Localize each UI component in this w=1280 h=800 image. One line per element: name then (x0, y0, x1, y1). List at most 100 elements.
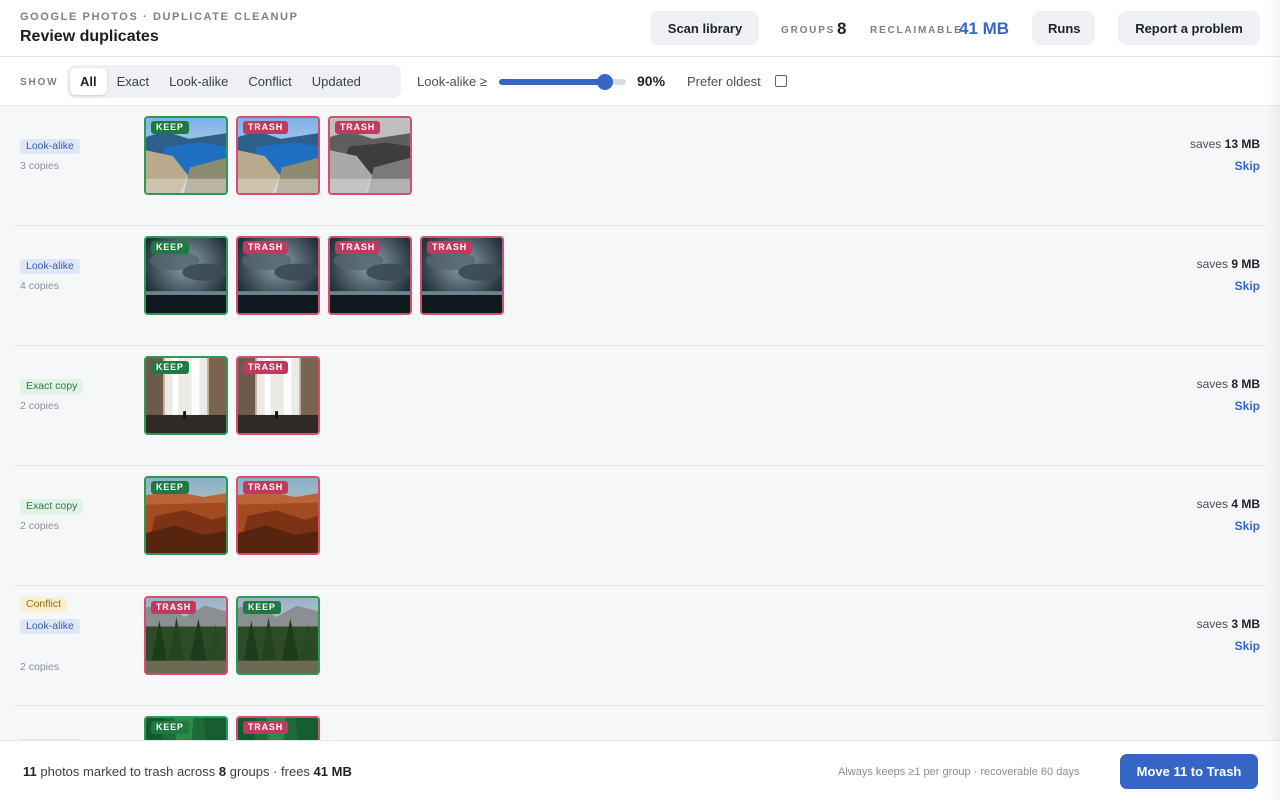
copies-count: 2 copies (20, 661, 60, 673)
group-savings: saves 3 MB (1197, 617, 1260, 631)
savings-value: 4 MB (1231, 497, 1260, 511)
copies-count: 4 copies (20, 280, 60, 292)
filter-bar: SHOW All Exact Look-alike Conflict Updated L… (0, 57, 1280, 106)
filter-tab-conflict[interactable]: Conflict (238, 68, 301, 95)
lookalike-threshold-label: Look-alike ≥ (417, 74, 488, 89)
keep-tag: KEEP (151, 361, 189, 374)
trash-tag: TRASH (335, 121, 380, 134)
trash-tag: TRASH (151, 601, 196, 614)
move-to-trash-button[interactable]: Move 11 to Trash (1120, 754, 1258, 789)
savings-prefix: saves (1196, 257, 1228, 271)
trash-tag: TRASH (243, 121, 288, 134)
photo-thumbnail-trash[interactable]: TRASH (236, 116, 320, 195)
copies-count: 2 copies (20, 400, 60, 412)
group-savings: saves 4 MB (1197, 497, 1260, 511)
photo-thumbnail-keep[interactable]: KEEP (144, 716, 228, 740)
page-title: Review duplicates (20, 28, 159, 45)
photo-thumbnail-trash[interactable]: TRASH (328, 236, 412, 315)
runs-button[interactable]: Runs (1032, 11, 1095, 45)
show-label: SHOW (20, 77, 59, 88)
savings-prefix: saves (1196, 497, 1228, 511)
group-meta: Look-alike 3 copies (20, 106, 140, 226)
photo-thumbnail-trash[interactable]: TRASH (420, 236, 504, 315)
safety-note: Always keeps ≥1 per group · recoverable … (838, 766, 1080, 778)
summary-size: 41 MB (313, 764, 352, 779)
savings-prefix: saves (1189, 137, 1222, 151)
keep-tag: KEEP (151, 481, 189, 494)
slider-fill (499, 79, 605, 85)
group-meta: Look-alike 4 copies (20, 226, 140, 346)
trash-tag: TRASH (243, 481, 288, 494)
filter-tab-exact[interactable]: Exact (107, 68, 160, 95)
photo-thumbnail-keep[interactable]: KEEP (144, 356, 228, 435)
trash-tag: TRASH (427, 241, 472, 254)
group-meta: Exact copy 2 copies (20, 346, 140, 466)
lookalike-threshold-value: 90% (637, 73, 666, 89)
filter-segmented-control: All Exact Look-alike Conflict Updated (67, 65, 401, 98)
skip-group-link[interactable]: Skip (1235, 519, 1260, 533)
duplicate-group: Conflict Look-alike 2 copies TRASH KEEP sav… (14, 586, 1266, 706)
group-savings: saves 13 MB (1190, 137, 1260, 151)
photo-thumbnail-keep[interactable]: KEEP (144, 476, 228, 555)
match-type-badge: Look-alike (20, 259, 80, 274)
report-problem-button[interactable]: Report a problem (1118, 11, 1260, 45)
group-savings: saves 9 MB (1197, 257, 1260, 271)
reclaimable-stat-label: RECLAIMABLE (870, 25, 963, 36)
group-meta (20, 706, 140, 740)
slider-thumb[interactable] (596, 74, 613, 90)
trash-tag: TRASH (335, 241, 380, 254)
summary-text-2: groups · frees (229, 764, 310, 779)
group-meta: Conflict Look-alike 2 copies (20, 586, 140, 706)
app-header: GOOGLE PHOTOS · DUPLICATE CLEANUP Review… (0, 0, 1280, 57)
savings-prefix: saves (1196, 617, 1228, 631)
keep-tag: KEEP (151, 121, 189, 134)
trash-tag: TRASH (243, 241, 288, 254)
filter-tab-all[interactable]: All (70, 68, 107, 95)
photo-thumbnail-keep[interactable]: KEEP (144, 236, 228, 315)
trash-tag: TRASH (243, 721, 288, 734)
filter-tab-look-alike[interactable]: Look-alike (159, 68, 238, 95)
skip-group-link[interactable]: Skip (1235, 279, 1260, 293)
group-meta: Exact copy 2 copies (20, 466, 140, 586)
photo-thumbnail-trash[interactable]: TRASH (144, 596, 228, 675)
action-footer: 11 photos marked to trash across 8 group… (0, 740, 1280, 800)
skip-group-link[interactable]: Skip (1235, 159, 1260, 173)
skip-group-link[interactable]: Skip (1235, 639, 1260, 653)
copies-count: 3 copies (20, 160, 60, 172)
prefer-oldest-checkbox[interactable] (775, 75, 787, 87)
photo-thumbnail-trash[interactable]: TRASH (236, 356, 320, 435)
prefer-oldest-label: Prefer oldest (687, 74, 761, 89)
photo-thumbnail-keep[interactable]: KEEP (236, 596, 320, 675)
filter-tab-updated[interactable]: Updated (302, 68, 371, 95)
app-eyebrow: GOOGLE PHOTOS · DUPLICATE CLEANUP (20, 11, 299, 23)
savings-value: 9 MB (1231, 257, 1260, 271)
trash-count: 11 (23, 764, 37, 779)
summary-text-1: photos marked to trash across (40, 764, 216, 779)
photo-thumbnail-keep[interactable]: KEEP (144, 116, 228, 195)
savings-value: 3 MB (1231, 617, 1260, 631)
photo-thumbnail-trash[interactable]: TRASH (328, 116, 412, 195)
savings-prefix: saves (1196, 377, 1228, 391)
reclaimable-stat-value: 41 MB (959, 19, 1010, 38)
summary-groups: 8 (218, 764, 227, 779)
duplicate-group: Exact copy 2 copies KEEP TRASH saves 8 MB S… (14, 346, 1266, 466)
photo-thumbnail-trash[interactable]: TRASH (236, 476, 320, 555)
match-type-badge: Look-alike (20, 139, 80, 154)
group-savings: saves 8 MB (1197, 377, 1260, 391)
photo-thumbnail-trash[interactable]: TRASH (236, 716, 320, 740)
match-type-badge: Conflict (20, 597, 68, 612)
match-type-badge: Look-alike (20, 619, 80, 634)
keep-tag: KEEP (243, 601, 281, 614)
savings-value: 8 MB (1231, 377, 1260, 391)
savings-value: 13 MB (1224, 137, 1260, 151)
lookalike-threshold-slider[interactable] (499, 74, 626, 90)
trash-tag: TRASH (243, 361, 288, 374)
scan-library-button[interactable]: Scan library (651, 11, 759, 45)
groups-stat-value: 8 (837, 19, 847, 38)
skip-group-link[interactable]: Skip (1235, 399, 1260, 413)
photo-thumbnail-trash[interactable]: TRASH (236, 236, 320, 315)
keep-tag: KEEP (151, 721, 189, 734)
groups-stat-label: GROUPS (781, 25, 836, 36)
duplicate-groups-list: Look-alike 3 copies KEEP TRASH TRASH saves… (0, 106, 1280, 740)
duplicate-group: KEEP TRASH (14, 706, 1266, 740)
